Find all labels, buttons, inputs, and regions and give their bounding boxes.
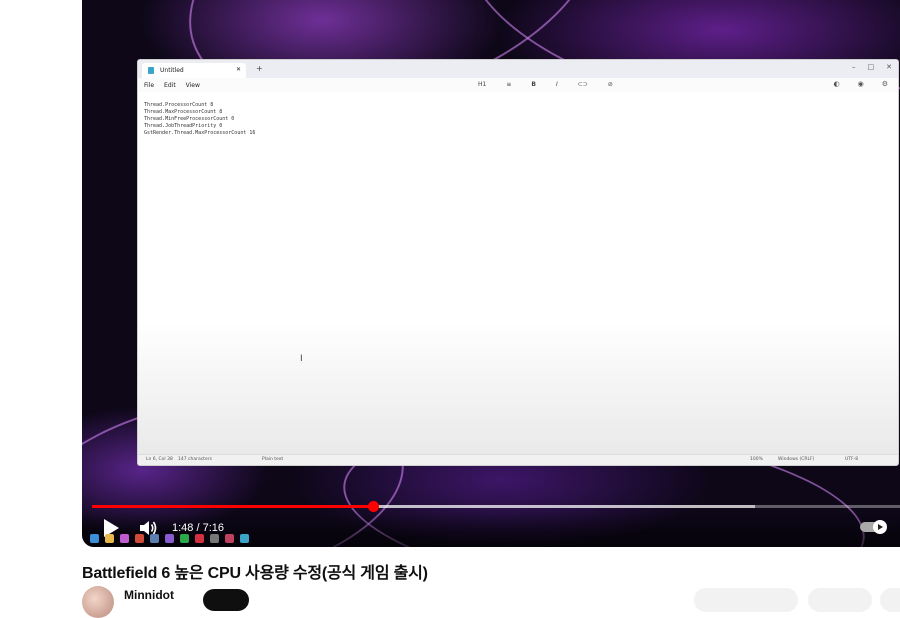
text-cursor-icon: I	[300, 354, 303, 364]
notepad-titlebar: Untitled ✕ + – □ ✕	[138, 60, 898, 78]
notepad-tab: Untitled ✕	[142, 63, 246, 78]
close-icon: ✕	[886, 63, 892, 71]
notepad-editor: Thread.ProcessorCount 8 Thread.MaxProces…	[138, 92, 898, 455]
channel-name[interactable]: Minnidot	[124, 588, 174, 602]
notepad-menubar: File Edit View H1 ≡ B I ⊂⊃ ⊘ ◐ ◉ ⚙	[138, 78, 898, 92]
progress-played	[92, 505, 374, 508]
status-position: Ln 6, Col 38	[146, 457, 173, 462]
notepad-right-controls: ◐ ◉ ⚙	[828, 80, 893, 88]
settings-icon: ⚙	[881, 80, 888, 88]
notepad-content: Thread.ProcessorCount 8 Thread.MaxProces…	[144, 102, 256, 136]
link-control: ⊂⊃	[577, 81, 588, 88]
app-icon	[135, 533, 144, 543]
maximize-icon: □	[867, 63, 875, 71]
clear-format-control: ⊘	[607, 81, 613, 88]
menu-view: View	[185, 81, 200, 89]
copilot-icon: ◐	[833, 80, 840, 88]
list-control: ≡	[506, 81, 512, 88]
plus-icon: +	[256, 64, 263, 73]
close-icon: ✕	[235, 66, 241, 73]
app-icon	[195, 533, 204, 543]
status-encoding: UTF-8	[845, 457, 859, 462]
status-line-ending: Windows (CRLF)	[778, 457, 815, 462]
editor-shading	[138, 322, 898, 455]
minimize-icon: –	[852, 63, 856, 71]
start-icon	[90, 533, 99, 543]
video-title: Battlefield 6 높은 CPU 사용량 수정(공식 게임 출시)	[82, 565, 428, 582]
share-button[interactable]	[808, 588, 872, 612]
window-controls: – □ ✕	[852, 63, 892, 71]
app-icon	[225, 533, 234, 543]
notepad-window: Untitled ✕ + – □ ✕ File Edit View H1 ≡ B…	[137, 59, 899, 466]
bold-control: B	[531, 81, 536, 88]
account-icon: ◉	[857, 80, 864, 88]
heading-control: H1	[478, 81, 487, 88]
video-taskbar	[90, 532, 249, 544]
notepad-tab-title: Untitled	[160, 67, 184, 74]
menu-file: File	[144, 81, 155, 89]
status-format: Plain text	[262, 457, 284, 462]
app-icon	[180, 533, 189, 543]
notepad-icon	[148, 67, 154, 74]
like-dislike-button[interactable]	[694, 588, 798, 612]
more-actions-button[interactable]	[880, 588, 900, 612]
app-icon	[120, 533, 129, 543]
autoplay-toggle-icon[interactable]	[860, 520, 888, 534]
explorer-icon	[105, 533, 114, 543]
app-icon	[150, 533, 159, 543]
app-icon	[165, 533, 174, 543]
status-zoom: 100%	[750, 457, 763, 462]
status-characters: 147 characters	[178, 457, 212, 462]
app-icon	[210, 533, 219, 543]
italic-control: I	[555, 81, 558, 88]
progress-bar[interactable]	[92, 501, 900, 512]
avatar[interactable]	[82, 586, 114, 618]
format-toolbar: H1 ≡ B I ⊂⊃ ⊘	[472, 81, 617, 88]
notepad-icon	[240, 533, 249, 543]
menu-edit: Edit	[164, 81, 176, 89]
video-player[interactable]: Untitled ✕ + – □ ✕ File Edit View H1 ≡ B…	[82, 0, 900, 547]
notepad-statusbar: Ln 6, Col 38 147 characters Plain text 1…	[138, 454, 898, 465]
subscribe-button[interactable]	[203, 589, 249, 611]
